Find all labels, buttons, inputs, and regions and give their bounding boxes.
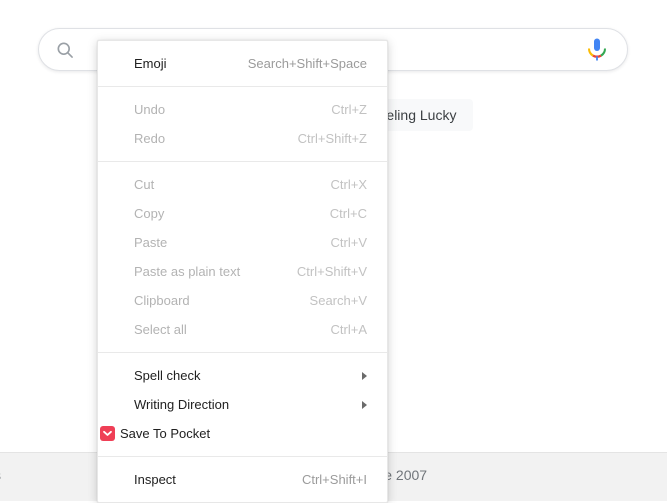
- context-menu[interactable]: Emoji Search+Shift+Space Undo Ctrl+Z Redo Ctr…: [97, 40, 388, 503]
- menu-item-label: Emoji: [134, 56, 167, 71]
- menu-item-label: Clipboard: [134, 293, 190, 308]
- menu-item-label: Inspect: [134, 472, 176, 487]
- menu-item-shortcut: Ctrl+X: [330, 177, 367, 192]
- menu-item-redo: Redo Ctrl+Shift+Z: [98, 124, 387, 153]
- submenu-arrow-icon: [362, 371, 367, 380]
- menu-item-spell-check[interactable]: Spell check: [98, 361, 387, 390]
- menu-group: Undo Ctrl+Z Redo Ctrl+Shift+Z: [98, 86, 387, 161]
- menu-item-shortcut: Ctrl+Shift+V: [296, 264, 367, 279]
- menu-item-label: Select all: [134, 322, 187, 337]
- menu-item-select-all: Select all Ctrl+A: [98, 315, 387, 344]
- menu-group: Emoji Search+Shift+Space: [98, 41, 387, 86]
- microphone-icon: [585, 38, 609, 66]
- menu-item-label: Save To Pocket: [120, 426, 211, 441]
- menu-item-label: Undo: [134, 102, 166, 117]
- menu-item-paste: Paste Ctrl+V: [98, 228, 387, 257]
- menu-group: Spell check Writing Direction Save To Pock…: [98, 352, 387, 456]
- menu-item-label: Copy: [134, 206, 165, 221]
- menu-item-cut: Cut Ctrl+X: [98, 170, 387, 199]
- menu-item-shortcut: Ctrl+V: [330, 235, 367, 250]
- search-icon: [55, 40, 75, 60]
- menu-item-writing-direction[interactable]: Writing Direction: [98, 390, 387, 419]
- menu-item-inspect[interactable]: Inspect Ctrl+Shift+I: [98, 465, 387, 494]
- menu-item-shortcut: Ctrl+C: [329, 206, 367, 221]
- menu-group: Cut Ctrl+X Copy Ctrl+C Paste Ctrl+V Paste as p…: [98, 161, 387, 352]
- menu-item-label: Paste as plain text: [134, 264, 241, 279]
- submenu-arrow-icon: [362, 400, 367, 409]
- menu-item-label: Cut: [134, 177, 155, 192]
- menu-item-emoji[interactable]: Emoji Search+Shift+Space: [98, 49, 387, 78]
- menu-item-label: Spell check: [134, 368, 201, 383]
- menu-item-shortcut: Ctrl+Shift+Z: [297, 131, 367, 146]
- menu-item-shortcut: Ctrl+Shift+I: [301, 472, 367, 487]
- menu-item-undo: Undo Ctrl+Z: [98, 95, 387, 124]
- menu-item-shortcut: Ctrl+Z: [331, 102, 367, 117]
- menu-item-save-to-pocket[interactable]: Save To Pocket: [98, 419, 387, 448]
- menu-item-shortcut: Search+Shift+Space: [247, 56, 367, 71]
- menu-group: Inspect Ctrl+Shift+I: [98, 456, 387, 502]
- menu-item-paste-as-plain-text: Paste as plain text Ctrl+Shift+V: [98, 257, 387, 286]
- menu-item-shortcut: Ctrl+A: [330, 322, 367, 337]
- menu-item-clipboard: Clipboard Search+V: [98, 286, 387, 315]
- microphone-button[interactable]: [585, 37, 609, 63]
- menu-item-label: Writing Direction: [134, 397, 230, 412]
- menu-item-label: Paste: [134, 235, 168, 250]
- menu-item-shortcut: Search+V: [309, 293, 367, 308]
- menu-item-copy: Copy Ctrl+C: [98, 199, 387, 228]
- menu-item-label: Redo: [134, 131, 166, 146]
- pocket-icon: [100, 425, 116, 442]
